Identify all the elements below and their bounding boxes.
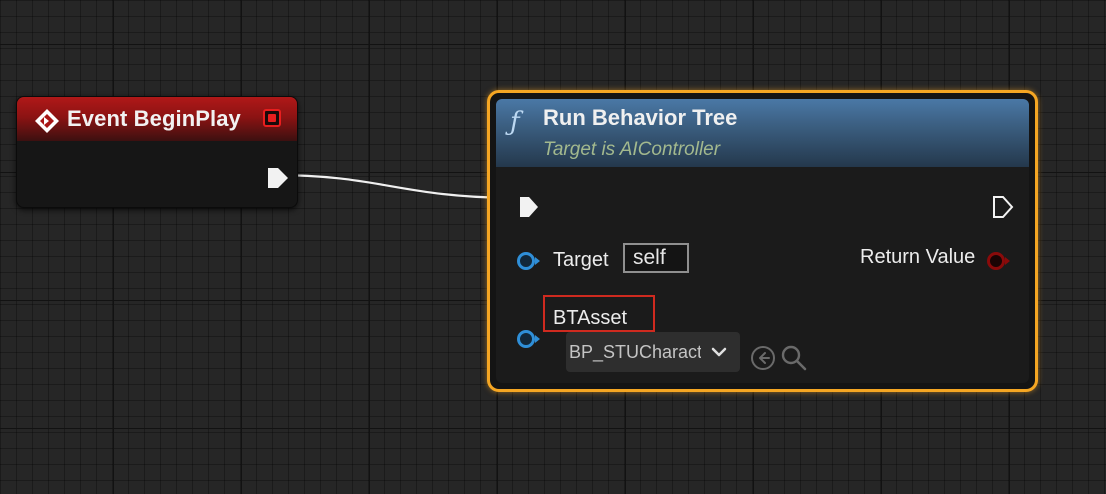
target-label: Target (553, 249, 609, 271)
function-node-title: Run Behavior Tree (543, 105, 738, 130)
search-icon[interactable] (780, 344, 808, 372)
function-node-subtitle: Target is AIController (543, 139, 721, 160)
function-node-header: ƒ Run Behavior Tree Target is AIControll… (496, 99, 1029, 167)
function-icon: ƒ (510, 107, 520, 137)
btasset-object-pin-icon[interactable] (516, 328, 542, 350)
delegate-pin-icon[interactable] (263, 109, 281, 127)
exec-in-pin-icon[interactable] (517, 194, 541, 220)
chevron-down-icon (711, 347, 727, 357)
btasset-asset-picker[interactable]: BP_STUCharacter (566, 332, 740, 372)
btasset-highlight-box (543, 295, 655, 332)
exec-pin-icon[interactable] (265, 165, 291, 191)
target-object-pin-icon[interactable] (516, 250, 542, 272)
return-value-pin-icon[interactable] (986, 250, 1012, 272)
event-beginplay-node[interactable]: Event BeginPlay (16, 96, 298, 208)
event-node-title: Event BeginPlay (67, 106, 241, 131)
run-behavior-tree-node[interactable]: ƒ Run Behavior Tree Target is AIControll… (487, 90, 1038, 392)
btasset-selected-value: BP_STUCharacter (569, 342, 701, 362)
return-value-label: Return Value (860, 246, 976, 268)
event-diamond-icon (35, 109, 59, 133)
browse-arrow-icon[interactable] (750, 345, 776, 371)
target-self-field[interactable]: self (623, 243, 689, 273)
exec-out-pin-icon[interactable] (991, 194, 1015, 220)
event-node-header: Event BeginPlay (17, 97, 297, 141)
function-node-body: ƒ Run Behavior Tree Target is AIControll… (496, 99, 1029, 383)
